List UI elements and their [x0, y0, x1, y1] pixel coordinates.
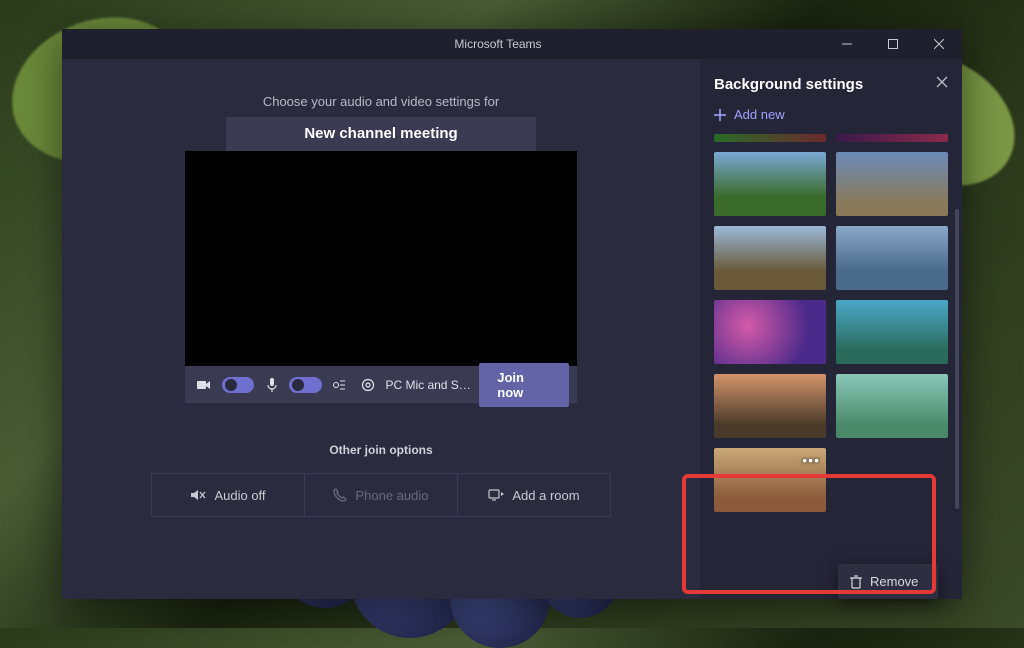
- video-preview: [185, 151, 577, 366]
- context-menu: Remove: [838, 564, 938, 599]
- background-thumb-selected[interactable]: •••: [714, 448, 826, 512]
- add-new-button[interactable]: Add new: [714, 107, 948, 122]
- trash-icon: [850, 575, 862, 589]
- background-thumb[interactable]: [836, 374, 948, 438]
- settings-prompt: Choose your audio and video settings for: [263, 94, 499, 109]
- microphone-icon: [260, 373, 283, 397]
- background-thumb[interactable]: [714, 226, 826, 290]
- prejoin-main: Choose your audio and video settings for…: [62, 59, 700, 599]
- audio-off-label: Audio off: [214, 488, 265, 503]
- panel-close-icon[interactable]: [936, 75, 948, 93]
- plus-icon: [714, 109, 726, 121]
- video-preview-container: PC Mic and Sp… Join now: [185, 151, 577, 403]
- background-thumb[interactable]: [836, 300, 948, 364]
- minimize-button[interactable]: [824, 29, 870, 59]
- maximize-button[interactable]: [870, 29, 916, 59]
- background-effects-icon[interactable]: [328, 373, 351, 397]
- add-room-label: Add a room: [512, 488, 579, 503]
- background-thumb[interactable]: [714, 134, 826, 142]
- device-settings-button[interactable]: [357, 373, 380, 397]
- context-remove-item[interactable]: Remove: [870, 574, 918, 589]
- camera-icon: [193, 373, 216, 397]
- panel-scrollbar[interactable]: [955, 209, 959, 509]
- add-new-label: Add new: [734, 107, 785, 122]
- phone-audio-button: Phone audio: [304, 474, 457, 516]
- background-thumb[interactable]: [714, 374, 826, 438]
- camera-toggle[interactable]: [222, 377, 254, 393]
- window-title: Microsoft Teams: [62, 37, 824, 51]
- background-settings-panel: Background settings Add new •••: [700, 59, 962, 599]
- content: Choose your audio and video settings for…: [62, 59, 962, 599]
- meeting-title-field[interactable]: New channel meeting: [226, 117, 536, 151]
- phone-audio-label: Phone audio: [355, 488, 428, 503]
- av-controls: PC Mic and Sp… Join now: [185, 366, 577, 403]
- device-label[interactable]: PC Mic and Sp…: [385, 378, 473, 392]
- background-thumb[interactable]: [836, 226, 948, 290]
- titlebar: Microsoft Teams: [62, 29, 962, 59]
- teams-window: Microsoft Teams Choose your audio and vi…: [62, 29, 962, 599]
- background-grid: •••: [714, 134, 948, 512]
- mic-toggle[interactable]: [289, 377, 321, 393]
- background-thumb[interactable]: [714, 152, 826, 216]
- other-options-label: Other join options: [329, 443, 432, 457]
- join-options: Audio off Phone audio Add a room: [151, 473, 611, 517]
- join-now-button[interactable]: Join now: [479, 363, 569, 407]
- audio-off-button[interactable]: Audio off: [152, 474, 304, 516]
- background-thumb[interactable]: [836, 152, 948, 216]
- more-options-icon[interactable]: •••: [802, 452, 820, 468]
- background-thumb[interactable]: [836, 134, 948, 142]
- background-thumb[interactable]: [714, 300, 826, 364]
- add-room-button[interactable]: Add a room: [457, 474, 610, 516]
- panel-title: Background settings: [714, 76, 936, 93]
- meeting-title-text: New channel meeting: [304, 125, 457, 142]
- close-button[interactable]: [916, 29, 962, 59]
